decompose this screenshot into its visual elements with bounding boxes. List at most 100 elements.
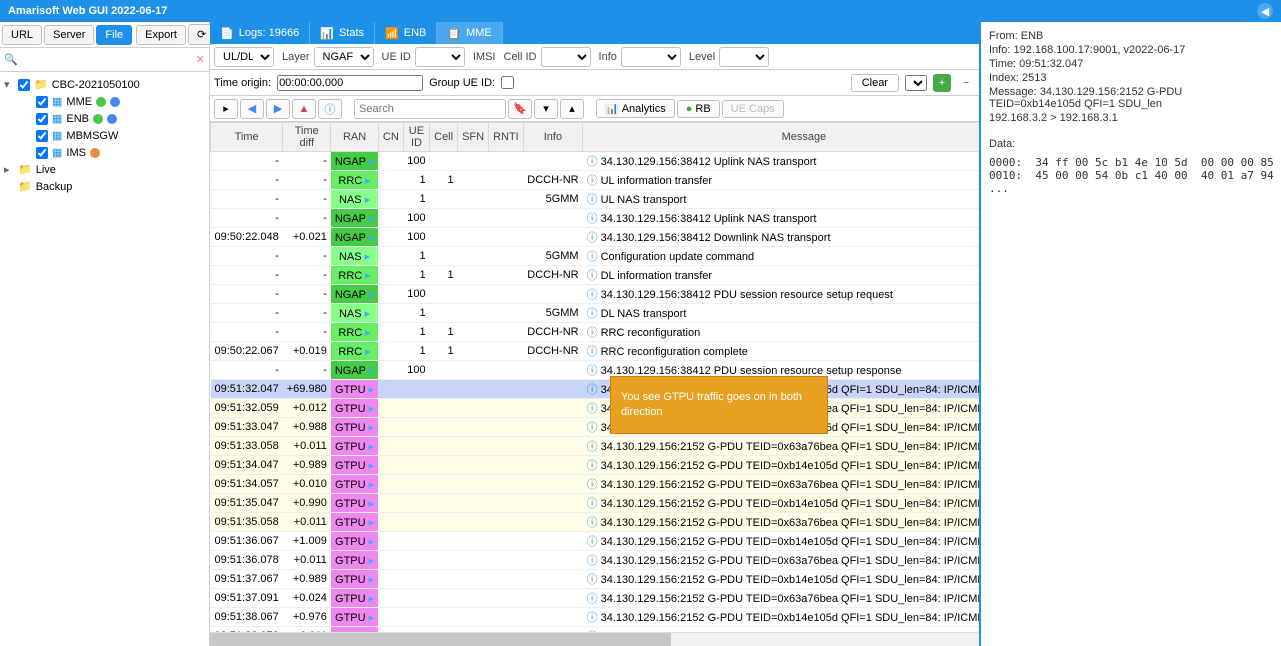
uecaps-button[interactable]: UE Caps [722,100,784,118]
warning-icon[interactable]: ▲ [292,99,316,119]
arrow-icon: ▸ [365,308,371,320]
table-row[interactable]: 09:50:22.067+0.019RRC ▸11DCCH-NRⓘRRC rec… [211,342,980,361]
table-row[interactable]: 09:50:22.048+0.021NGAP ▸100ⓘ34.130.129.1… [211,228,980,247]
column-header[interactable]: Cell [430,123,458,152]
table-row[interactable]: 09:51:37.067+0.989GTPU ▸ⓘ34.130.129.156:… [211,570,980,589]
table-row[interactable]: 09:51:38.078+0.011GTPU ▸ⓘ34.130.129.156:… [211,627,980,633]
folder-icon: 📁 [18,163,32,176]
tab-mme[interactable]: 📋MME [437,22,502,44]
folder-icon: 📁 [18,180,32,193]
add-icon[interactable]: + [933,74,951,92]
app-header: Amarisoft Web GUI 2022-06-17 ◀ [0,0,1281,22]
layer-select[interactable]: NGAF [314,47,374,67]
column-header[interactable]: Time [211,123,283,152]
table-row[interactable]: --RRC ▸11DCCH-NRⓘDL information transfer [211,266,980,285]
filter-down-icon[interactable]: ▾ [534,99,558,119]
table-row[interactable]: 09:51:33.058+0.011GTPU ▸ⓘ34.130.129.156:… [211,437,980,456]
table-row[interactable]: 09:51:35.047+0.990GTPU ▸ⓘ34.130.129.156:… [211,494,980,513]
tree-root[interactable]: ▾ 📁 CBC-2021050100 [4,76,205,93]
table-row[interactable]: --NAS ▸15GMMⓘConfiguration update comman… [211,247,980,266]
table-row[interactable]: --RRC ▸11DCCH-NRⓘRRC reconfiguration [211,323,980,342]
info-icon: ⓘ [587,346,598,358]
clear-search-icon[interactable]: ✕ [196,53,205,66]
table-row[interactable]: 09:51:36.078+0.011GTPU ▸ⓘ34.130.129.156:… [211,551,980,570]
tree-checkbox[interactable] [36,147,48,159]
h-scrollbar[interactable] [210,632,979,646]
column-header[interactable]: UE ID [403,123,429,152]
cellid-select[interactable] [541,47,591,67]
uldl-select[interactable]: UL/DL [214,47,274,67]
level-select[interactable] [719,47,769,67]
filter-up-icon[interactable]: ▴ [560,99,584,119]
tree-item[interactable]: ▦MME [4,93,205,110]
export-button[interactable]: Export [136,25,186,45]
search-input[interactable] [354,99,506,119]
tree-checkbox[interactable] [36,130,48,142]
table-row[interactable]: --NAS ▸15GMMⓘUL NAS transport [211,190,980,209]
preset-select[interactable] [905,75,927,91]
tree-item[interactable]: ▦MBMSGW [4,127,205,144]
table-row[interactable]: 09:51:34.057+0.010GTPU ▸ⓘ34.130.129.156:… [211,475,980,494]
info-icon: ⓘ [587,232,598,244]
file-button[interactable]: File [96,25,132,45]
column-header[interactable]: Message [583,123,979,152]
table-row[interactable]: 09:51:32.059+0.012GTPU ▸ⓘ34.130.129.156:… [211,399,980,418]
time-origin-input[interactable] [277,75,423,91]
tree-live[interactable]: ▸ 📁 Live [4,161,205,178]
url-button[interactable]: URL [2,25,42,45]
tree-checkbox[interactable] [36,113,48,125]
collapse-left-icon[interactable]: ◀ [1257,3,1273,19]
bookmark-icon[interactable]: 🔖 [508,99,532,119]
info-toggle-icon[interactable]: ⓘ [318,99,342,119]
expand-icon[interactable]: ▾ [4,78,14,91]
table-row[interactable]: --NGAP ▸100ⓘ34.130.129.156:38412 PDU ses… [211,361,980,380]
table-row[interactable]: 09:51:32.047+69.980GTPU ▸ⓘ34.130.129.156… [211,380,980,399]
ueid-label: UE ID [382,51,411,63]
main-panel: 📄Logs: 19666 📊Stats 📶ENB 📋MME UL/DL Laye… [210,22,981,646]
clear-button[interactable]: Clear [851,74,899,92]
arrow-icon: ▸ [365,175,371,187]
tree-checkbox[interactable] [36,96,48,108]
tree-item[interactable]: ▦IMS [4,144,205,161]
table-row[interactable]: 09:51:34.047+0.989GTPU ▸ⓘ34.130.129.156:… [211,456,980,475]
tab-enb[interactable]: 📶ENB [375,22,437,44]
tree-item[interactable]: ▦ENB [4,110,205,127]
column-header[interactable]: RAN [331,123,379,152]
column-header[interactable]: CN [378,123,403,152]
tree-checkbox[interactable] [18,79,30,91]
table-row[interactable]: 09:51:35.058+0.011GTPU ▸ⓘ34.130.129.156:… [211,513,980,532]
table-row[interactable]: --NGAP ▸100ⓘ34.130.129.156:38412 PDU ses… [211,285,980,304]
table-row[interactable]: --RRC ▸11DCCH-NRⓘUL information transfer [211,171,980,190]
server-button[interactable]: Server [44,25,94,45]
table-row[interactable]: --NGAP ▸100ⓘ34.130.129.156:38412 Uplink … [211,152,980,171]
prev-icon[interactable]: ◀ [240,99,264,119]
analytics-button[interactable]: 📊Analytics [596,99,675,118]
table-row[interactable]: --NGAP ▸100ⓘ34.130.129.156:38412 Uplink … [211,209,980,228]
table-row[interactable]: --NAS ▸15GMMⓘDL NAS transport [211,304,980,323]
column-header[interactable]: SFN [458,123,489,152]
tree-backup[interactable]: 📁 Backup [4,178,205,195]
group-ueid-label: Group UE ID: [429,77,495,89]
table-row[interactable]: 09:51:36.067+1.009GTPU ▸ⓘ34.130.129.156:… [211,532,980,551]
ueid-select[interactable] [415,47,465,67]
table-row[interactable]: 09:51:38.067+0.976GTPU ▸ⓘ34.130.129.156:… [211,608,980,627]
expand-icon[interactable]: ▸ [4,163,14,176]
arrow-icon: ▸ [369,213,375,225]
table-row[interactable]: 09:51:37.091+0.024GTPU ▸ⓘ34.130.129.156:… [211,589,980,608]
info-select[interactable] [621,47,681,67]
play-icon[interactable]: ▸ [214,99,238,119]
column-header[interactable]: RNTI [489,123,524,152]
tab-logs[interactable]: 📄Logs: 19666 [210,22,310,44]
tab-stats[interactable]: 📊Stats [310,22,375,44]
log-table-wrap[interactable]: TimeTime diffRANCNUE IDCellSFNRNTIInfoMe… [210,122,979,632]
sidebar-search[interactable]: 🔍 ✕ [0,48,209,72]
column-header[interactable]: Time diff [283,123,331,152]
group-ueid-checkbox[interactable] [501,76,514,89]
rb-button[interactable]: ●RB [677,100,720,118]
layer-label: Layer [282,51,310,63]
info-icon: ⓘ [587,365,598,377]
next-icon[interactable]: ▶ [266,99,290,119]
remove-icon[interactable]: − [957,74,975,92]
column-header[interactable]: Info [523,123,582,152]
table-row[interactable]: 09:51:33.047+0.988GTPU ▸ⓘ34.130.129.156:… [211,418,980,437]
